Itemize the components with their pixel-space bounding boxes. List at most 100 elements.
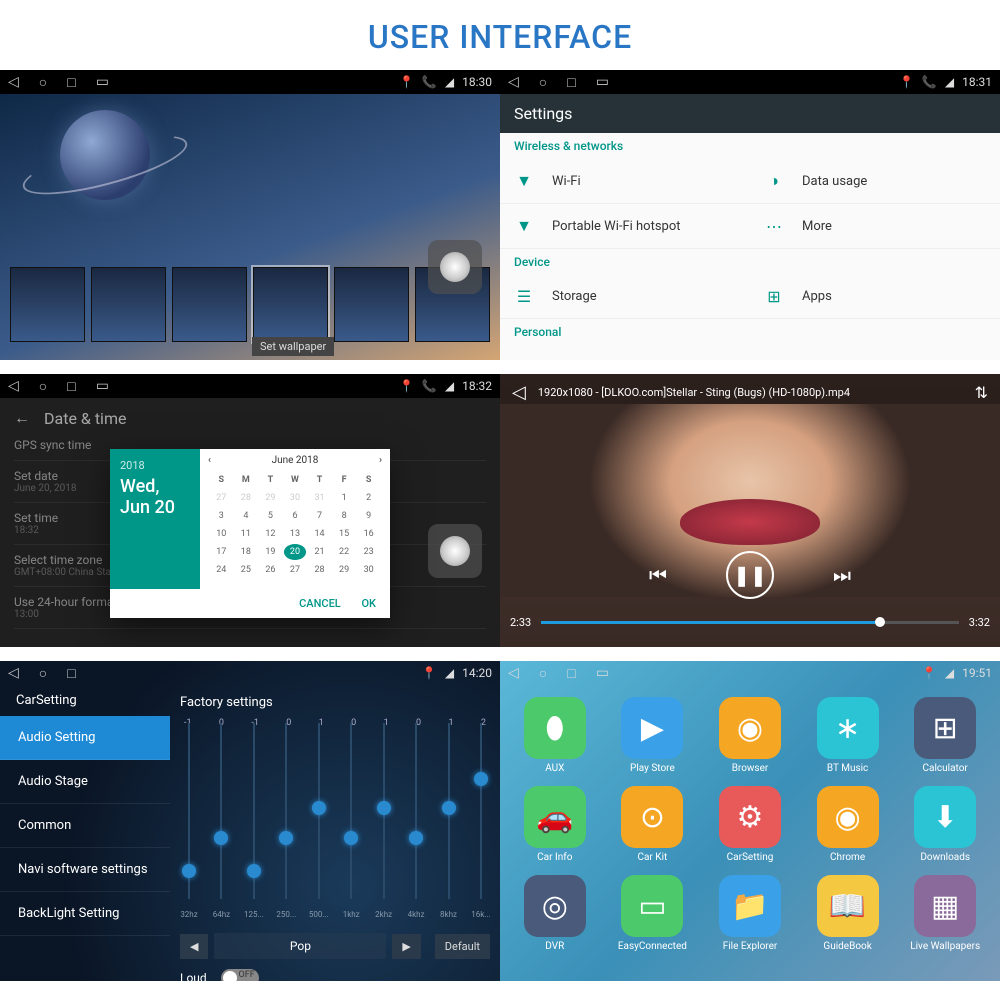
calendar-day[interactable]: 17 [210, 544, 233, 560]
app-icon[interactable]: ⬮AUX [508, 697, 602, 774]
calendar-day[interactable]: 28 [235, 490, 258, 506]
assistive-touch-button[interactable] [428, 524, 482, 578]
calendar-day[interactable]: 18 [235, 544, 258, 560]
settings-item-wifi[interactable]: ▼Wi-Fi [500, 159, 750, 204]
ok-button[interactable]: OK [361, 597, 376, 610]
calendar-day[interactable]: 27 [210, 490, 233, 506]
calendar-day[interactable]: 8 [333, 508, 356, 524]
prev-preset-button[interactable]: ◀ [180, 934, 208, 959]
gallery-icon[interactable]: ▭ [96, 74, 109, 91]
recent-icon[interactable]: □ [67, 665, 75, 682]
settings-item-storage[interactable]: ☰Storage [500, 275, 750, 319]
eq-slider[interactable]: 8khz [440, 723, 458, 919]
default-button[interactable]: Default [435, 934, 490, 959]
calendar-day[interactable]: 2 [357, 490, 380, 506]
settings-item-data[interactable]: ◑Data usage [750, 159, 1000, 204]
back-icon[interactable]: ◁ [8, 665, 19, 682]
set-wallpaper-button[interactable]: Set wallpaper [252, 337, 334, 356]
app-icon[interactable]: ▦Live Wallpapers [898, 875, 992, 952]
assistive-touch-button[interactable] [428, 240, 482, 294]
wallpaper-thumb[interactable] [10, 267, 85, 342]
calendar-day[interactable]: 26 [259, 562, 282, 578]
settings-item-language[interactable]: ⊕Language & input [750, 345, 1000, 360]
calendar-day[interactable]: 19 [259, 544, 282, 560]
app-icon[interactable]: ⚙CarSetting [703, 786, 797, 863]
app-icon[interactable]: ◉Browser [703, 697, 797, 774]
gallery-icon[interactable]: ▭ [596, 74, 609, 91]
settings-item-hotspot[interactable]: ▼Portable Wi-Fi hotspot [500, 204, 750, 249]
calendar-day[interactable]: 29 [259, 490, 282, 506]
settings-item-more[interactable]: ⋯More [750, 204, 1000, 249]
progress-bar[interactable] [541, 621, 959, 624]
loud-toggle[interactable]: OFF [221, 969, 259, 981]
calendar-day[interactable]: 30 [284, 490, 307, 506]
year[interactable]: 2018 [120, 459, 190, 472]
wallpaper-thumb[interactable] [253, 267, 328, 342]
calendar-day[interactable]: 14 [308, 526, 331, 542]
app-icon[interactable]: ∗BT Music [801, 697, 895, 774]
menu-item[interactable]: Navi software settings [0, 848, 170, 892]
recent-icon[interactable]: □ [567, 74, 575, 91]
calendar-day[interactable]: 5 [259, 508, 282, 524]
calendar-day[interactable]: 10 [210, 526, 233, 542]
calendar-day[interactable]: 12 [259, 526, 282, 542]
menu-item[interactable]: Common [0, 804, 170, 848]
eq-slider[interactable]: 64hz [212, 723, 230, 919]
gallery-icon[interactable]: ▭ [596, 665, 609, 682]
wallpaper-thumb[interactable] [334, 267, 409, 342]
calendar-day[interactable]: 29 [333, 562, 356, 578]
calendar-day[interactable]: 27 [284, 562, 307, 578]
equalizer-icon[interactable]: ⇅ [975, 383, 988, 402]
calendar-day[interactable]: 20 [284, 544, 307, 560]
back-icon[interactable]: ◁ [8, 378, 19, 395]
calendar-day[interactable]: 9 [357, 508, 380, 524]
app-icon[interactable]: 🚗Car Info [508, 786, 602, 863]
eq-slider[interactable]: 500... [310, 723, 328, 919]
back-icon[interactable]: ◁ [8, 74, 19, 91]
app-icon[interactable]: 📖GuideBook [801, 875, 895, 952]
gallery-icon[interactable]: ▭ [96, 378, 109, 395]
calendar-day[interactable]: 13 [284, 526, 307, 542]
calendar-day[interactable]: 25 [235, 562, 258, 578]
calendar-day[interactable]: 21 [308, 544, 331, 560]
calendar-day[interactable]: 1 [333, 490, 356, 506]
calendar-day[interactable]: 31 [308, 490, 331, 506]
prev-button[interactable]: ⏮ [640, 557, 676, 593]
calendar-day[interactable]: 24 [210, 562, 233, 578]
app-icon[interactable]: ◎DVR [508, 875, 602, 952]
recent-icon[interactable]: □ [67, 378, 75, 395]
back-icon[interactable]: ◁ [512, 382, 526, 403]
eq-slider[interactable]: 250... [277, 723, 295, 919]
home-icon[interactable]: ○ [539, 74, 547, 91]
eq-slider[interactable]: 32hz [180, 723, 198, 919]
settings-item-accounts[interactable]: ◧Accounts [500, 345, 750, 360]
calendar-day[interactable]: 7 [308, 508, 331, 524]
calendar-day[interactable]: 4 [235, 508, 258, 524]
calendar-day[interactable]: 28 [308, 562, 331, 578]
app-icon[interactable]: ◉Chrome [801, 786, 895, 863]
home-icon[interactable]: ○ [39, 378, 47, 395]
menu-item[interactable]: BackLight Setting [0, 892, 170, 936]
cancel-button[interactable]: CANCEL [299, 597, 341, 610]
calendar-day[interactable]: 30 [357, 562, 380, 578]
calendar-day[interactable]: 15 [333, 526, 356, 542]
calendar-day[interactable]: 22 [333, 544, 356, 560]
menu-item[interactable]: Audio Setting [0, 716, 170, 760]
eq-slider[interactable]: 125... [245, 723, 263, 919]
calendar-day[interactable]: 16 [357, 526, 380, 542]
calendar-day[interactable]: 23 [357, 544, 380, 560]
eq-slider[interactable]: 2khz [375, 723, 393, 919]
tab-factory[interactable]: Factory settings [180, 691, 490, 718]
prev-month-icon[interactable]: ‹ [208, 455, 211, 466]
settings-item-apps[interactable]: ⊞Apps [750, 275, 1000, 319]
back-icon[interactable]: ◁ [508, 74, 519, 91]
app-icon[interactable]: ⊙Car Kit [606, 786, 700, 863]
calendar-grid[interactable]: SMTWTFS272829303112345678910111213141516… [208, 470, 382, 580]
home-icon[interactable]: ○ [539, 665, 547, 682]
menu-item[interactable]: Audio Stage [0, 760, 170, 804]
app-icon[interactable]: 📁File Explorer [703, 875, 797, 952]
eq-slider[interactable]: 16k... [472, 723, 490, 919]
tab-carsetting[interactable]: CarSetting [16, 693, 77, 708]
next-button[interactable]: ⏭ [824, 557, 860, 593]
app-icon[interactable]: ▭EasyConnected [606, 875, 700, 952]
